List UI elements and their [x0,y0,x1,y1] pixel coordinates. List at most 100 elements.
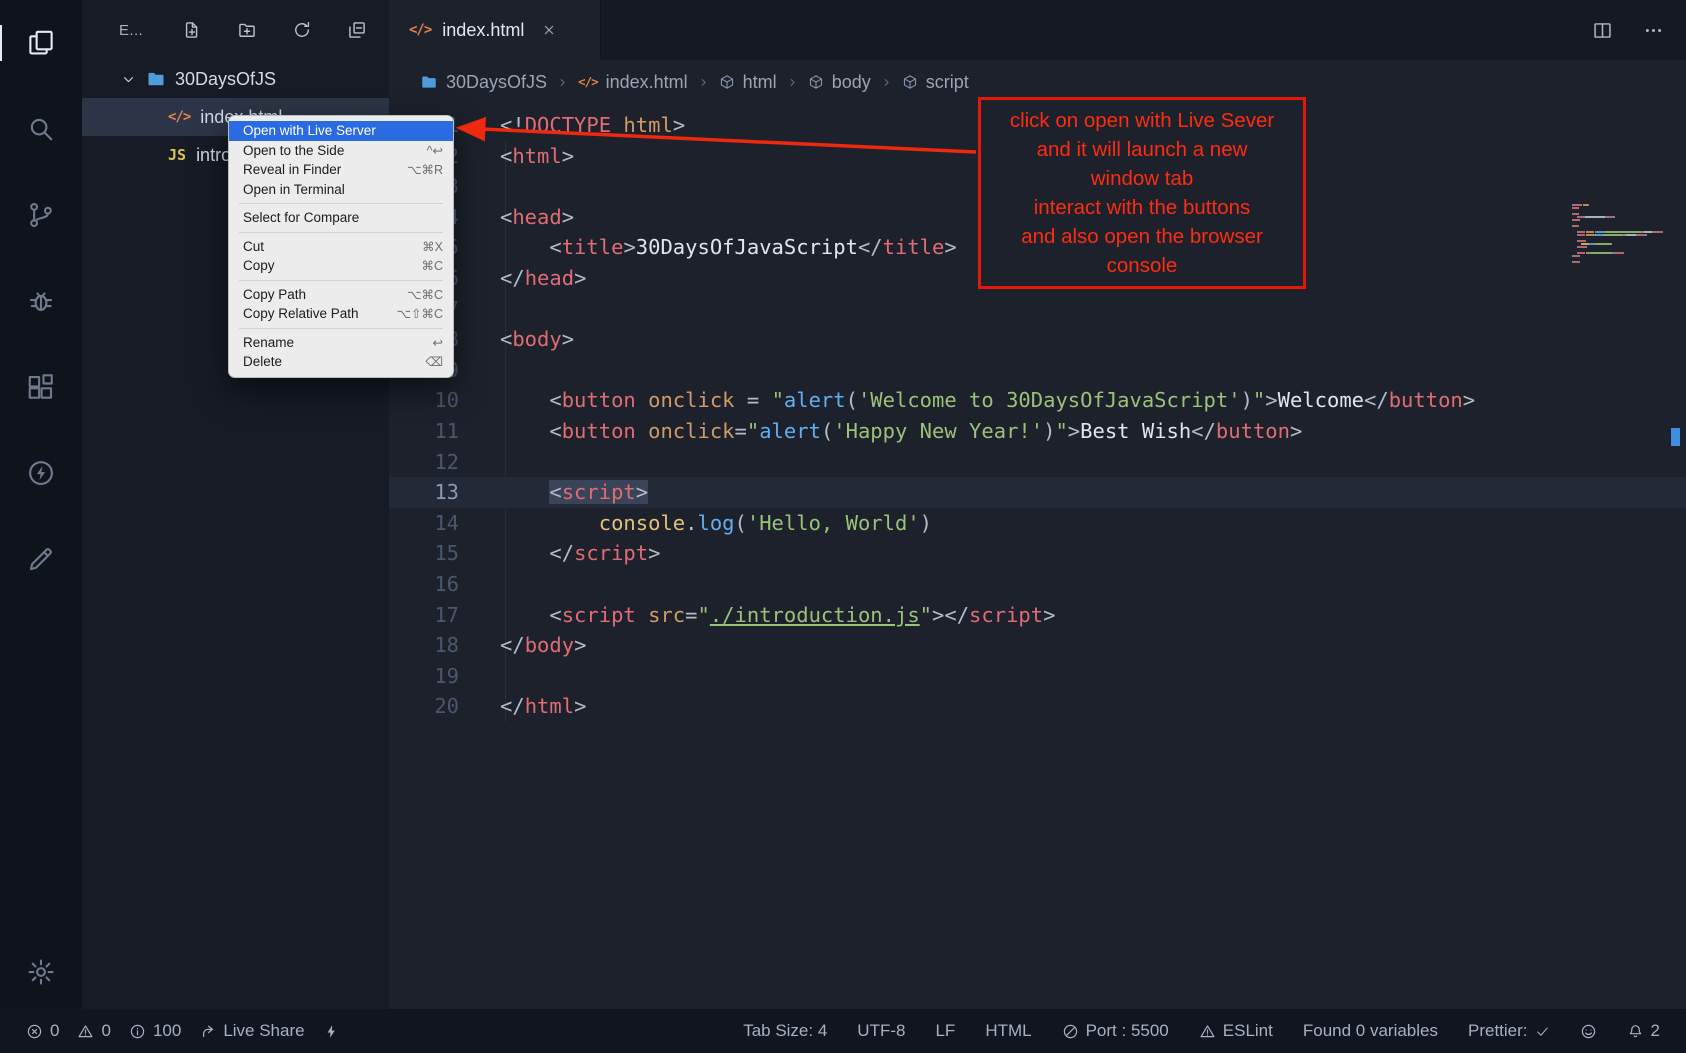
new-file-icon[interactable] [182,20,202,40]
status-info[interactable]: 100 [129,1021,181,1041]
status-bar: 0 0 100 Live Share Tab Size: 4 UTF-8 LF HTML Po… [0,1009,1686,1053]
menu-item-copy-relative-path[interactable]: Copy Relative Path⌥⇧⌘C [229,304,453,324]
minimap[interactable] [1572,204,1664,264]
line-number: 11 [389,416,459,447]
menu-item-rename[interactable]: Rename↩ [229,333,453,353]
status-feedback-smiley[interactable] [1580,1023,1597,1040]
breadcrumb-item-script[interactable]: script [902,72,969,93]
menu-item-label: Open with Live Server [243,123,376,138]
code-line-15[interactable]: 15 </script> [389,538,1686,569]
code-line-14[interactable]: 14 console.log('Hello, World') [389,508,1686,539]
status-language-mode[interactable]: HTML [985,1021,1031,1041]
code-line-16[interactable]: 16 [389,569,1686,600]
breadcrumb-item-index-html[interactable]: </>index.html [578,72,688,93]
menu-item-label: Copy [243,258,275,273]
bolt-icon [323,1023,340,1040]
menu-item-select-for-compare[interactable]: Select for Compare [229,208,453,228]
code-line-11[interactable]: 11 <button onclick="alert('Happy New Yea… [389,416,1686,447]
code-text [459,171,500,202]
status-eslint[interactable]: ESLint [1199,1021,1273,1041]
activity-thunder-client[interactable] [18,450,64,496]
code-line-9[interactable]: 9 [389,355,1686,386]
status-errors[interactable]: 0 [26,1021,59,1041]
status-prettier[interactable]: Prettier: [1468,1021,1550,1041]
refresh-icon[interactable] [292,20,312,40]
split-editor[interactable] [1592,20,1613,41]
activity-feedback-pen[interactable] [18,536,64,582]
folder-icon [420,73,438,91]
code-line-17[interactable]: 17 <script src="./introduction.js"></scr… [389,600,1686,631]
js-file-icon: JS [168,148,186,163]
status-label: ESLint [1223,1021,1273,1041]
code-text: <html> [459,141,574,172]
code-line-19[interactable]: 19 [389,661,1686,692]
code-line-20[interactable]: 20</html> [389,691,1686,722]
line-number: 20 [389,691,459,722]
status-found-variables[interactable]: Found 0 variables [1303,1021,1438,1041]
status-label: 0 [50,1021,59,1041]
line-number: 19 [389,661,459,692]
live-share-icon [199,1023,216,1040]
code-text: console.log('Hello, World') [459,508,932,539]
code-line-10[interactable]: 10 <button onclick = "alert('Welcome to … [389,385,1686,416]
status-label: Prettier: [1468,1021,1528,1041]
files-icon [26,28,56,58]
breadcrumb-item-30daysofjs[interactable]: 30DaysOfJS [420,72,547,93]
editor-more-actions[interactable] [1643,20,1664,41]
status-notifications[interactable]: 2 [1627,1021,1660,1041]
breadcrumb-label: script [926,72,969,93]
menu-item-label: Delete [243,354,282,369]
chevron-right-icon [556,76,569,89]
code-line-8[interactable]: 8<body> [389,324,1686,355]
tree-folder-30daysofjs[interactable]: 30DaysOfJS [82,60,389,98]
chevron-right-icon [786,76,799,89]
code-text: <script> [459,477,648,508]
menu-separator [239,203,443,204]
menu-item-copy[interactable]: Copy⌘C [229,256,453,276]
code-line-18[interactable]: 18</body> [389,630,1686,661]
code-line-7[interactable]: 7 [389,294,1686,325]
chevron-down-icon [120,71,137,88]
close-tab-icon[interactable] [541,22,557,38]
code-line-12[interactable]: 12 [389,447,1686,478]
tab-index-html[interactable]: </> index.html [389,0,601,60]
overview-ruler-marker [1671,428,1680,446]
status-label: Found 0 variables [1303,1021,1438,1041]
status-tab-size[interactable]: Tab Size: 4 [743,1021,827,1041]
activity-extensions[interactable] [18,364,64,410]
status-live-server-port[interactable]: Port : 5500 [1062,1021,1169,1041]
breadcrumb-item-html[interactable]: html [719,72,777,93]
new-folder-icon[interactable] [237,20,257,40]
menu-item-open-with-live-server[interactable]: Open with Live Server [229,121,453,141]
activity-search[interactable] [18,106,64,152]
menu-item-delete[interactable]: Delete⌫ [229,352,453,372]
code-line-13[interactable]: 13 <script> [389,477,1686,508]
symbol-cube-icon [808,74,824,90]
status-label: 100 [153,1021,181,1041]
activity-source-control[interactable] [18,192,64,238]
status-warnings[interactable]: 0 [77,1021,110,1041]
breadcrumb-item-body[interactable]: body [808,72,871,93]
search-icon [26,114,56,144]
menu-item-open-in-terminal[interactable]: Open in Terminal [229,180,453,200]
menu-item-copy-path[interactable]: Copy Path⌥⌘C [229,285,453,305]
status-eol[interactable]: LF [935,1021,955,1041]
activity-explorer[interactable] [18,20,64,66]
status-quick-action[interactable] [323,1023,340,1040]
collapse-all-icon[interactable] [347,20,367,40]
menu-item-label: Reveal in Finder [243,162,341,177]
menu-item-reveal-in-finder[interactable]: Reveal in Finder⌥⌘R [229,160,453,180]
activity-run-debug[interactable] [18,278,64,324]
menu-item-cut[interactable]: Cut⌘X [229,237,453,257]
code-text: <button onclick="alert('Happy New Year!'… [459,416,1302,447]
circle-slash-icon [1062,1023,1079,1040]
code-text [459,355,500,386]
menu-item-open-to-the-side[interactable]: Open to the Side^↩ [229,141,453,161]
menu-separator [239,232,443,233]
status-bar-left: 0 0 100 Live Share [26,1021,340,1041]
status-label: 0 [101,1021,110,1041]
code-text [459,447,500,478]
activity-settings[interactable] [18,949,64,995]
status-live-share[interactable]: Live Share [199,1021,304,1041]
status-encoding[interactable]: UTF-8 [857,1021,905,1041]
